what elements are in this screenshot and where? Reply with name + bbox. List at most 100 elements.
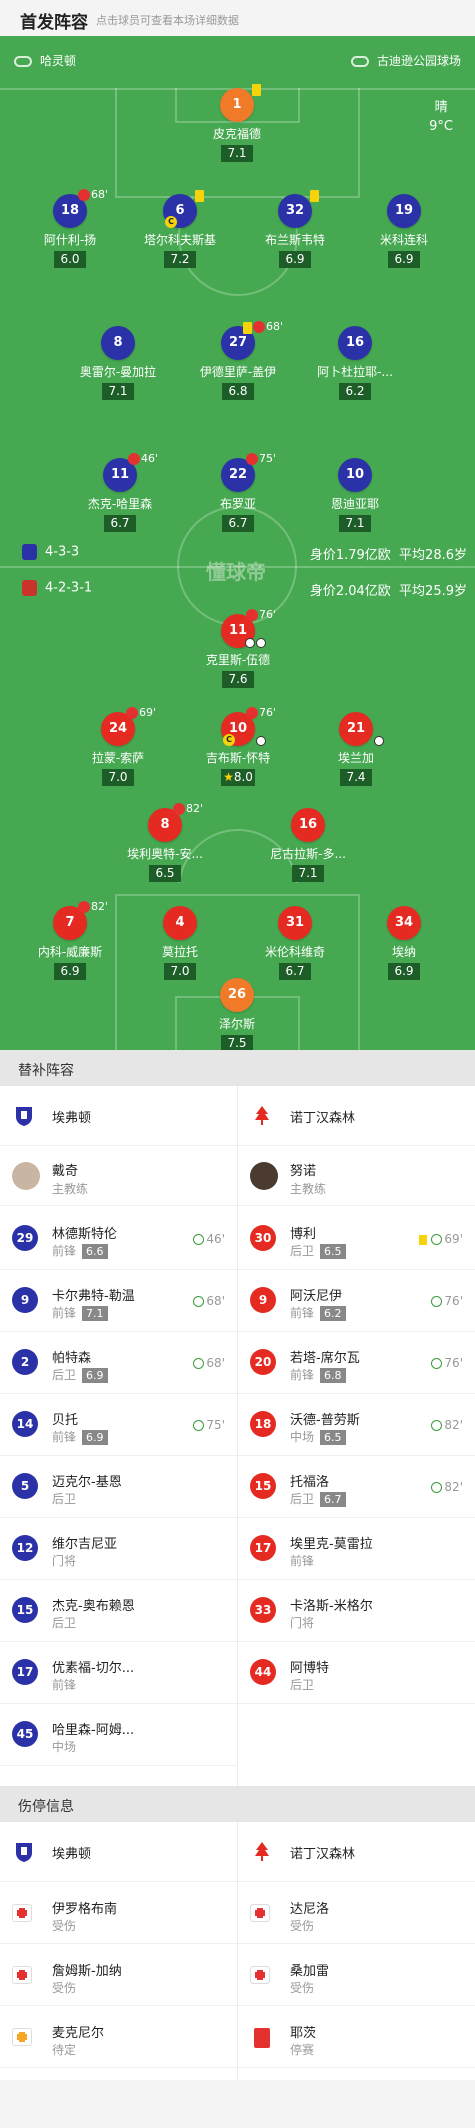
player-away-8[interactable]: 8 82' 埃利奥特-安... 6.5 [110,802,220,882]
yellow-card-icon [419,1234,428,1245]
player-home-10[interactable]: 10 恩迪亚耶 7.1 [300,458,410,532]
injury-row-home[interactable]: 伊罗格布南 受伤 [0,1884,237,1944]
sub-off-indicator: 82' [78,900,108,913]
injury-status: 受伤 [290,1919,315,1933]
home-coach-row[interactable]: 戴奇 主教练 [0,1146,237,1206]
sub-time-line: 68' [193,1356,225,1370]
goal-icon [256,638,266,648]
coach-avatar [250,1162,278,1190]
player-rating: 6.2 [339,383,371,400]
sub-row-away-9[interactable]: 9 阿沃尼伊 前锋 6.2 76' [238,1270,475,1332]
injury-status: 受伤 [290,1981,315,1995]
player-away-16[interactable]: 16 尼古拉斯-多... 7.1 [253,808,363,882]
sub-name: 哈里森-阿姆... [52,1723,135,1738]
player-rating: 7.2 [164,251,196,268]
sub-number: 15 [12,1597,38,1623]
sub-row-home-15[interactable]: 15 杰克-奥布赖恩 后卫 [0,1580,237,1642]
sub-name: 维尔吉尼亚 [52,1537,118,1552]
player-away-21[interactable]: 21 埃兰加 7.4 [301,712,411,786]
sub-row-away-20[interactable]: 20 若塔-席尔瓦 前锋 6.8 76' [238,1332,475,1394]
sub-row-home-45[interactable]: 45 哈里森-阿姆... 中场 [0,1704,237,1766]
sub-position-line: 前锋 6.8 [290,1366,346,1383]
injury-home-club-row[interactable]: 埃弗顿 [0,1822,237,1882]
lineup-hint: 点击球员可查看本场详细数据 [96,14,239,27]
sub-row-home-14[interactable]: 14 贝托 前锋 6.9 75' [0,1394,237,1456]
sub-rating: 6.9 [82,1430,108,1445]
player-away-31[interactable]: 31 米伦科维奇 6.7 [240,906,350,980]
injury-row-away[interactable]: 达尼洛 受伤 [238,1884,475,1944]
away-coach-row[interactable]: 努诺 主教练 [238,1146,475,1206]
sub-row-away-17[interactable]: 17 埃里克-莫雷拉 前锋 [238,1518,475,1580]
player-name: 莫拉托 [161,945,198,959]
sub-off-icon [253,321,265,333]
player-number: 26 [220,978,254,1012]
sub-number: 18 [250,1411,276,1437]
injury-row-home[interactable]: 麦克尼尔 待定 [0,2008,237,2068]
player-home-6[interactable]: 6 C 塔尔科夫斯基 7.2 [125,190,235,268]
injured-name: 伊罗格布南 [52,1902,118,1917]
player-home-1[interactable]: 1 皮克福德 7.1 [182,84,292,162]
player-home-19[interactable]: 19 米科连科 6.9 [349,194,459,268]
player-home-32[interactable]: 32 布兰斯韦特 6.9 [240,190,350,268]
injury-row-home[interactable]: 詹姆斯-加纳 受伤 [0,1946,237,2006]
sub-on-icon [431,1296,443,1307]
medical-kit-icon [250,1904,270,1922]
sub-row-away-30[interactable]: 30 博利 后卫 6.5 69' [238,1208,475,1270]
sub-number: 20 [250,1349,276,1375]
injury-row-away[interactable]: 耶茨 停赛 [238,2008,475,2068]
player-away-10[interactable]: 10 76' C 吉布斯-怀特 ★8.0 [183,706,293,786]
player-name: 埃纳 [391,945,416,959]
sub-row-home-9[interactable]: 9 卡尔弗特-勒温 前锋 7.1 68' [0,1270,237,1332]
sub-time-line: 76' [431,1356,463,1370]
sub-position-line: 前锋 6.9 [52,1428,108,1445]
player-away-4[interactable]: 4 莫拉托 7.0 [125,906,235,980]
player-rating: 7.1 [102,383,134,400]
player-home-11[interactable]: 11 46' 杰克-哈里森 6.7 [65,452,175,532]
injury-away-club-row[interactable]: 诺丁汉森林 [238,1822,475,1882]
player-away-7[interactable]: 7 82' 内科-威廉斯 6.9 [15,900,125,980]
star-icon: ★ [223,770,234,784]
player-away-26[interactable]: 26 泽尔斯 7.5 [182,978,292,1050]
sub-time-line: 69' [419,1232,463,1246]
yellow-card-icon [252,84,261,96]
sub-row-home-12[interactable]: 12 维尔吉尼亚 门将 [0,1518,237,1580]
player-away-24[interactable]: 24 69' 拉蒙-索萨 7.0 [63,706,173,786]
player-away-34[interactable]: 34 埃纳 6.9 [349,906,459,980]
sub-row-home-17[interactable]: 17 优素福-切尔... 前锋 [0,1642,237,1704]
player-away-11[interactable]: 11 76' 克里斯-伍德 7.6 [183,608,293,688]
sub-row-home-5[interactable]: 5 迈克尔-基恩 后卫 [0,1456,237,1518]
player-home-8[interactable]: 8 奥雷尔-曼加拉 7.1 [63,326,173,400]
home-club-row[interactable]: 埃弗顿 [0,1086,237,1146]
sub-on-icon [193,1358,205,1369]
player-rating: 6.9 [388,251,420,268]
player-number: 34 [387,906,421,940]
sub-number: 12 [12,1535,38,1561]
sub-row-home-29[interactable]: 29 林德斯特伦 前锋 6.6 46' [0,1208,237,1270]
sub-row-away-15[interactable]: 15 托福洛 后卫 6.7 82' [238,1456,475,1518]
sub-row-away-18[interactable]: 18 沃德-普劳斯 中场 6.5 82' [238,1394,475,1456]
player-home-16[interactable]: 16 阿卜杜拉耶-... 6.2 [300,326,410,400]
lineup-header: 首发阵容 点击球员可查看本场详细数据 [0,0,475,36]
sub-off-indicator: 75' [246,452,276,465]
away-club-row[interactable]: 诺丁汉森林 [238,1086,475,1146]
away-formation-value: 4-2-3-1 [45,580,93,596]
player-home-27[interactable]: 27 68' 伊德里萨-盖伊 6.8 [183,320,293,400]
sub-time-line: 82' [431,1418,463,1432]
player-home-22[interactable]: 22 75' 布罗亚 6.7 [183,452,293,532]
sub-row-away-44[interactable]: 44 阿博特 后卫 [238,1642,475,1704]
sub-row-home-2[interactable]: 2 帕特森 后卫 6.9 68' [0,1332,237,1394]
assist-icon [374,736,384,746]
player-rating: 7.0 [102,769,134,786]
referee: 哈灵顿 [14,52,76,69]
injury-section-header: 伤停信息 [0,1786,475,1822]
player-number: 1 [220,88,254,122]
sub-name: 托福洛 [290,1475,330,1490]
sub-off-indicator: 68' [253,320,283,333]
pitch: 哈灵顿 古迪逊公园球场 晴 9°C 懂球帝 4-3-3 身价1.79亿欧 平均2… [0,36,475,1050]
sub-row-away-33[interactable]: 33 卡洛斯-米格尔 门将 [238,1580,475,1642]
goal-icon [245,638,255,648]
sub-rating: 6.5 [320,1244,346,1259]
injury-row-away[interactable]: 桑加雷 受伤 [238,1946,475,2006]
away-club-name: 诺丁汉森林 [290,1111,356,1126]
player-home-18[interactable]: 18 68' 阿什利-扬 6.0 [15,188,125,268]
